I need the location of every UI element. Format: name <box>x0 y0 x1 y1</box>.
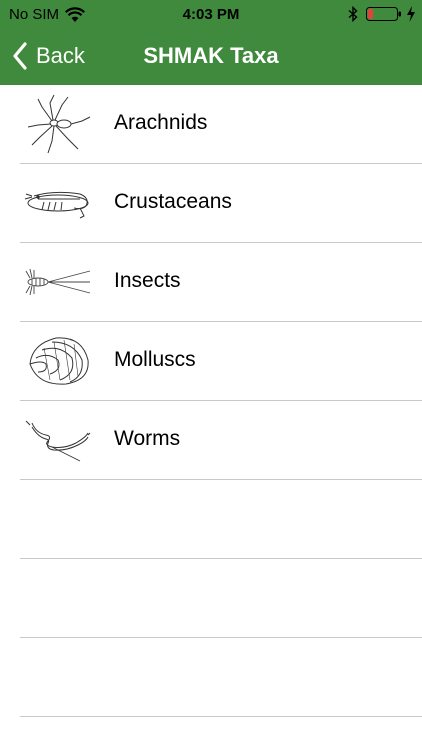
charging-bolt-icon <box>407 6 415 22</box>
status-bar: No SIM 4:03 PM <box>0 0 422 30</box>
empty-row <box>0 638 422 717</box>
snail-shell-icon <box>29 337 89 385</box>
list-item-label: Insects <box>114 269 181 292</box>
insect-larva-icon <box>25 268 91 296</box>
spider-icon <box>27 94 91 154</box>
list-item-insects[interactable]: Insects <box>0 243 422 322</box>
bluetooth-icon <box>348 6 358 22</box>
battery-icon <box>366 7 401 21</box>
list-item-molluscs[interactable]: Molluscs <box>0 322 422 401</box>
list-item-label: Crustaceans <box>114 190 232 213</box>
empty-row <box>0 480 422 559</box>
list-item-label: Molluscs <box>114 348 196 371</box>
navigation-bar: Back SHMAK Taxa <box>0 30 422 85</box>
empty-row <box>0 559 422 638</box>
worm-icon <box>25 420 91 462</box>
list-item-worms[interactable]: Worms <box>0 401 422 480</box>
status-right <box>348 6 416 22</box>
shrimp-icon <box>24 191 89 219</box>
page-title: SHMAK Taxa <box>143 43 279 68</box>
list-item-arachnids[interactable]: Arachnids <box>0 85 422 164</box>
list-item-crustaceans[interactable]: Crustaceans <box>0 164 422 243</box>
taxa-list: Arachnids Crustaceans Insects Molluscs W… <box>0 85 422 717</box>
list-item-label: Worms <box>114 427 181 450</box>
list-item-label: Arachnids <box>114 111 208 134</box>
